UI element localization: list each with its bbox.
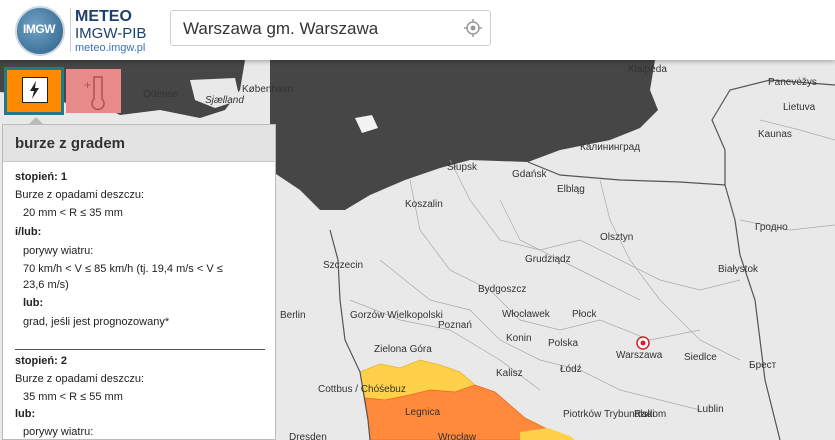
panel-title: burze z gradem (15, 135, 126, 152)
label-legnica: Legnica (405, 407, 440, 418)
degree-1-or: lub: (23, 297, 44, 309)
label-warszawa: Warszawa (616, 350, 663, 361)
label-dresden: Dresden (289, 432, 327, 440)
selected-location-marker-icon[interactable] (636, 336, 650, 350)
label-koszalin: Koszalin (405, 199, 443, 210)
label-kaliningrad: Калининград (580, 142, 640, 153)
degree-2-rain-label: Burze z opadami deszczu: (15, 373, 145, 385)
svg-text:+: + (84, 78, 91, 92)
label-grodno: Гродно (755, 222, 788, 233)
label-gdansk: Gdańsk (512, 169, 547, 180)
label-wroclaw: Wrocław (438, 432, 477, 440)
label-berlin: Berlin (280, 310, 306, 321)
label-cottbus: Cottbus / Chóśebuz (318, 384, 406, 395)
label-wloclawek: Włocławek (502, 309, 551, 320)
label-plock: Płock (572, 309, 597, 320)
label-klaipeda: Klaipėda (628, 64, 667, 75)
label-lietuva: Lietuva (783, 102, 816, 113)
imgw-logo[interactable]: IMGW (15, 6, 65, 56)
degree-2-or: lub: (15, 408, 36, 420)
degree-1-rain-value: 20 mm < R ≤ 35 mm (23, 207, 123, 219)
label-elblag: Elbląg (557, 184, 585, 195)
label-kaunas: Kaunas (758, 129, 792, 140)
app-header: IMGW METEO IMGW-PIB meteo.imgw.pl (0, 0, 835, 60)
label-bydgoszcz: Bydgoszcz (478, 284, 526, 295)
label-gorzow: Gorzów Wielkopolski (350, 310, 443, 321)
location-search[interactable] (170, 10, 491, 46)
label-radom: Radom (634, 409, 666, 420)
degree-1-wind-value: 70 km/h < V ≤ 85 km/h (tj. 19,4 m/s < V … (23, 263, 223, 275)
label-konin: Konin (506, 333, 532, 344)
storm-hail-warning-button[interactable] (4, 67, 64, 115)
degree-1-wind-label: porywy wiatru: (23, 245, 94, 257)
label-brest: Брест (749, 360, 777, 371)
locate-me-icon[interactable] (464, 19, 482, 37)
warning-legend-panel: burze z gradem stopień: 1 Burze z opadam… (2, 124, 276, 440)
label-slupsk: Słupsk (447, 162, 478, 173)
label-poznan: Poznań (438, 320, 472, 331)
search-input[interactable] (181, 18, 455, 40)
degree-1-heading: stopień: 1 (15, 171, 67, 183)
label-panevezys: Panevėžys (768, 77, 817, 88)
label-kobenhavn: København (242, 84, 293, 95)
degree-1-rain-label: Burze z opadami deszczu: (15, 189, 145, 201)
rain-warning-button[interactable]: + (66, 69, 121, 113)
degree-1-wind-value-cont: 23,6 m/s) (23, 279, 69, 291)
label-kalisz: Kalisz (496, 368, 523, 379)
label-grudziadz: Grudziądz (525, 254, 571, 265)
degree-1-andor: i/lub: (15, 226, 42, 238)
panel-header: burze z gradem (3, 125, 275, 162)
degree-2-rain-value: 35 mm < R ≤ 55 mm (23, 391, 123, 403)
degree-1-hail: grad, jeśli jest prognozowany* (23, 316, 170, 328)
brand-title: METEO (75, 8, 132, 25)
brand-url[interactable]: meteo.imgw.pl (75, 42, 145, 54)
label-bialystok: Białystok (718, 264, 759, 275)
label-odense: Odense (143, 89, 178, 100)
label-siedlce: Siedlce (684, 352, 717, 363)
thermometer-icon: + (84, 76, 105, 111)
label-lodz: Łódź (560, 364, 582, 375)
label-lublin: Lublin (697, 404, 724, 415)
brand-subtitle: IMGW-PIB (75, 25, 147, 42)
panel-pointer (28, 117, 44, 125)
header-divider (70, 8, 71, 52)
label-zielona: Zielona Góra (374, 344, 432, 355)
label-polska: Polska (548, 338, 578, 349)
panel-separator (15, 349, 265, 350)
degree-2-heading: stopień: 2 (15, 355, 67, 367)
lightning-icon (22, 77, 48, 103)
degree-2-wind-label: porywy wiatru: (23, 426, 94, 438)
label-olsztyn: Olsztyn (600, 232, 633, 243)
logo-text: IMGW (23, 22, 56, 36)
label-szczecin: Szczecin (323, 260, 363, 271)
label-sjaelland: Sjælland (205, 95, 244, 106)
